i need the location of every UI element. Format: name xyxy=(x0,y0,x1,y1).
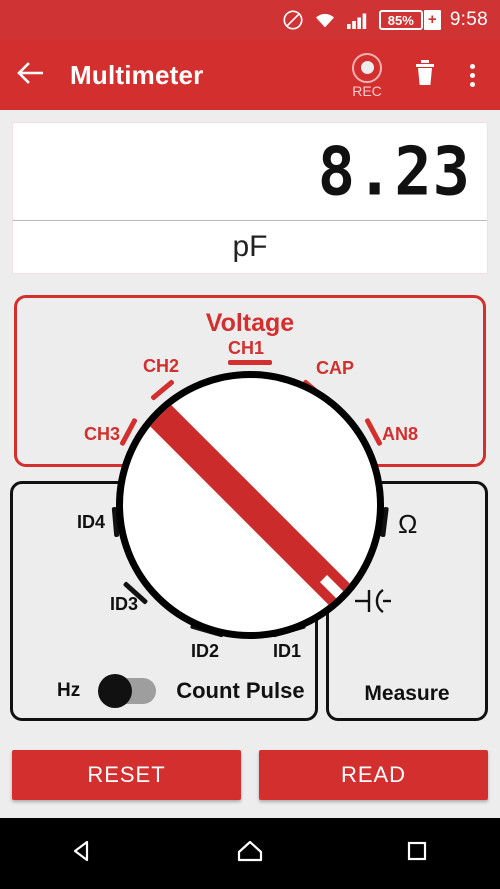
count-pulse-footer: Hz Count Pulse xyxy=(13,674,315,708)
nav-back-icon xyxy=(70,838,96,869)
delete-button[interactable] xyxy=(400,59,450,92)
battery-level: 85% xyxy=(378,10,423,30)
overflow-menu-button[interactable] xyxy=(450,63,494,87)
trash-icon xyxy=(414,59,436,92)
nav-recents-button[interactable] xyxy=(377,831,457,877)
app-bar: Multimeter REC xyxy=(0,40,500,110)
back-button[interactable] xyxy=(0,60,62,91)
overflow-menu-icon-dot2 xyxy=(469,72,475,78)
knob-pointer xyxy=(133,388,367,622)
voltage-panel-title: Voltage xyxy=(205,309,295,337)
battery-charging-plus: + xyxy=(423,10,441,30)
status-bar: 85% + 9:58 xyxy=(0,0,500,40)
dial-tick-ch1 xyxy=(228,360,272,365)
action-button-row: RESET READ xyxy=(0,750,500,800)
overflow-menu-icon-dot3 xyxy=(469,81,475,87)
knob-pointer-notch xyxy=(320,575,350,605)
dial-label-id1[interactable]: ID1 xyxy=(273,641,301,662)
nav-home-button[interactable] xyxy=(210,831,290,877)
dial-label-an8[interactable]: AN8 xyxy=(382,424,418,445)
dial-label-ch3[interactable]: CH3 xyxy=(84,424,120,445)
dial-label-id4[interactable]: ID4 xyxy=(77,512,105,533)
wifi-icon xyxy=(313,10,337,30)
measurement-value-row: 8.23 xyxy=(13,123,487,221)
dial-label-cap[interactable]: CAP xyxy=(316,358,354,379)
hz-label: Hz xyxy=(57,680,81,701)
app-root: 85% + 9:58 Multimeter REC 8.23 pF Voltag… xyxy=(0,0,500,889)
dial-label-id3[interactable]: ID3 xyxy=(110,594,138,615)
android-navigation-bar xyxy=(0,818,500,889)
count-pulse-label: Count Pulse xyxy=(176,678,305,703)
nav-home-icon xyxy=(236,838,264,869)
battery-indicator: 85% + xyxy=(378,10,441,30)
nav-back-button[interactable] xyxy=(43,831,123,877)
rotary-selector-knob[interactable] xyxy=(116,371,384,639)
nav-recents-icon xyxy=(405,839,429,868)
dial-label-ch1[interactable]: CH1 xyxy=(228,338,264,359)
record-label: REC xyxy=(352,82,382,99)
measure-panel-label: Measure xyxy=(364,682,450,705)
record-button[interactable]: REC xyxy=(338,52,396,99)
signal-icon xyxy=(346,10,370,30)
measurement-unit-row: pF xyxy=(13,221,487,273)
ohm-symbol[interactable]: Ω xyxy=(398,509,417,540)
reset-button[interactable]: RESET xyxy=(12,750,241,800)
read-button[interactable]: READ xyxy=(259,750,488,800)
record-icon xyxy=(352,52,382,83)
overflow-menu-icon xyxy=(469,63,475,69)
record-dot xyxy=(360,61,374,74)
status-clock: 9:58 xyxy=(449,9,488,30)
hz-count-pulse-toggle[interactable] xyxy=(98,674,157,708)
page-title: Multimeter xyxy=(70,59,204,90)
measurement-unit: pF xyxy=(232,230,268,263)
do-not-disturb-icon xyxy=(282,9,304,31)
back-arrow-icon xyxy=(16,60,46,91)
dial-label-ch2[interactable]: CH2 xyxy=(143,356,179,377)
measurement-value: 8.23 xyxy=(317,132,471,211)
measurement-display: 8.23 pF xyxy=(12,122,488,274)
dial-label-id2[interactable]: ID2 xyxy=(191,641,219,662)
toggle-thumb xyxy=(98,674,133,708)
